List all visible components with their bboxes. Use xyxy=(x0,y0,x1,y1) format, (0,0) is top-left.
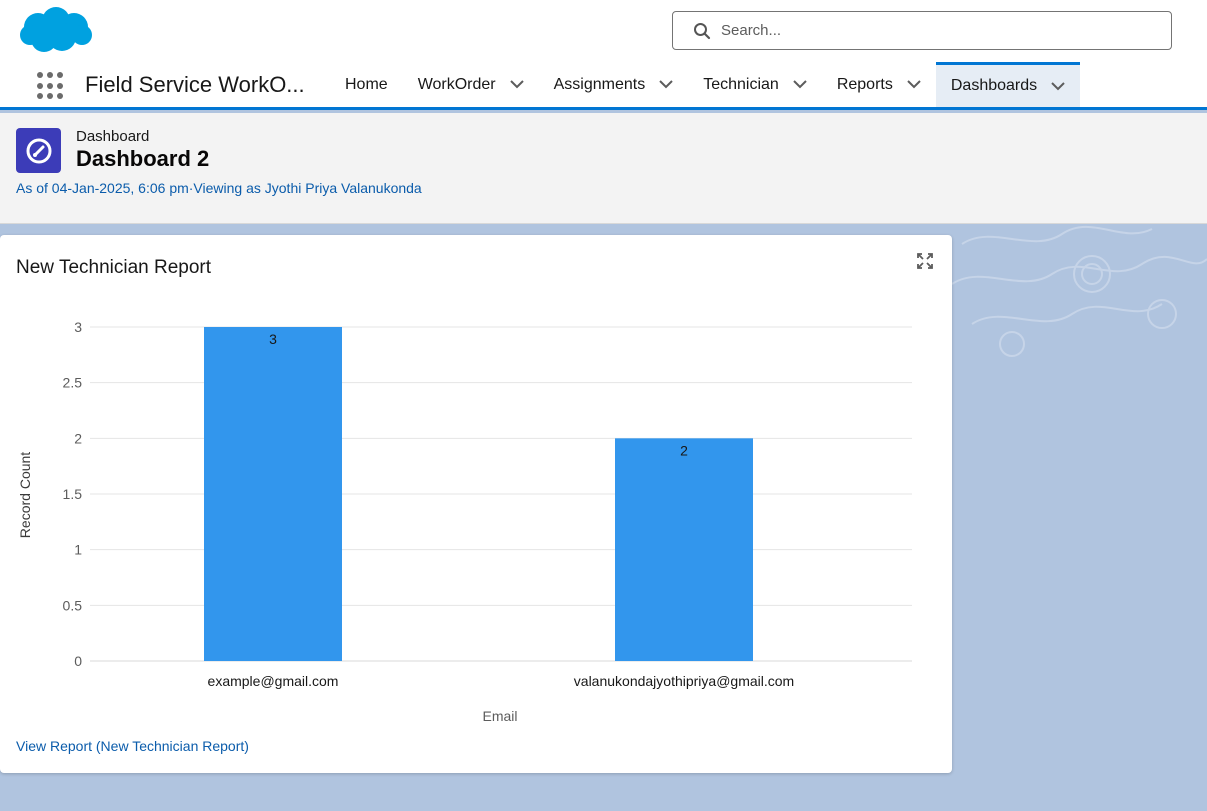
object-type-label: Dashboard xyxy=(76,128,150,145)
search-icon xyxy=(694,22,711,39)
y-tick-label: 1 xyxy=(74,542,82,558)
x-tick-label: example@gmail.com xyxy=(208,673,339,689)
nav-tabs: Home WorkOrder Assignments Technician Re… xyxy=(330,62,1081,107)
chevron-down-icon[interactable] xyxy=(659,80,673,89)
global-header xyxy=(0,0,1207,62)
nav-tab-technician[interactable]: Technician xyxy=(688,62,822,107)
page-title: Dashboard 2 xyxy=(76,146,210,171)
dashboard-refresh-meta: As of 04-Jan-2025, 6:06 pm·Viewing as Jy… xyxy=(16,180,422,196)
nav-tab-label: Assignments xyxy=(553,75,646,93)
y-tick-label: 0 xyxy=(74,653,82,669)
chevron-down-icon[interactable] xyxy=(509,80,524,89)
page-header: Dashboard Dashboard 2 As of 04-Jan-2025,… xyxy=(0,113,1207,224)
dashboard-component-card: New Technician Report 0 0.5 1 1.5 2 2.5 3 3 exam… xyxy=(0,235,952,773)
app-name: Field Service WorkO... xyxy=(85,72,305,97)
y-tick-label: 2 xyxy=(74,430,82,446)
y-tick-label: 0.5 xyxy=(63,597,83,613)
bar[interactable] xyxy=(615,438,753,661)
app-launcher-icon[interactable] xyxy=(37,72,65,100)
global-search[interactable] xyxy=(672,11,1172,50)
bar[interactable] xyxy=(204,327,342,661)
nav-tab-label: WorkOrder xyxy=(417,75,496,93)
nav-tab-dashboards[interactable]: Dashboards xyxy=(935,62,1081,107)
bar-chart: 0 0.5 1 1.5 2 2.5 3 3 example@gmail.com 2 valanuko… xyxy=(17,319,912,724)
search-input[interactable] xyxy=(721,22,1141,39)
y-tick-label: 2.5 xyxy=(63,375,83,391)
nav-tab-label: Home xyxy=(345,75,388,93)
nav-tab-label: Reports xyxy=(836,75,893,93)
nav-tab-home[interactable]: Home xyxy=(330,62,403,107)
nav-tab-reports[interactable]: Reports xyxy=(822,62,936,107)
chevron-down-icon[interactable] xyxy=(1051,81,1065,91)
y-tick-label: 1.5 xyxy=(63,486,83,502)
nav-tab-label: Technician xyxy=(703,75,779,93)
view-report-link[interactable]: View Report (New Technician Report) xyxy=(16,738,249,754)
x-tick-label: valanukondajyothipriya@gmail.com xyxy=(574,673,794,689)
data-label: 3 xyxy=(269,331,277,347)
y-axis-title: Record Count xyxy=(17,452,33,538)
chevron-down-icon[interactable] xyxy=(793,80,807,89)
y-tick-label: 3 xyxy=(74,319,82,335)
data-label: 2 xyxy=(680,442,688,458)
salesforce-cloud-logo[interactable] xyxy=(18,5,94,57)
dashboard-gauge-icon xyxy=(16,128,61,173)
nav-tab-assignments[interactable]: Assignments xyxy=(539,62,689,107)
x-axis-title: Email xyxy=(482,708,517,724)
chevron-down-icon[interactable] xyxy=(907,80,921,89)
app-navigation-bar: Field Service WorkO... Home WorkOrder As… xyxy=(0,62,1207,110)
background-pattern xyxy=(952,225,1207,357)
nav-tab-workorder[interactable]: WorkOrder xyxy=(403,62,539,107)
nav-tab-label: Dashboards xyxy=(950,77,1038,94)
